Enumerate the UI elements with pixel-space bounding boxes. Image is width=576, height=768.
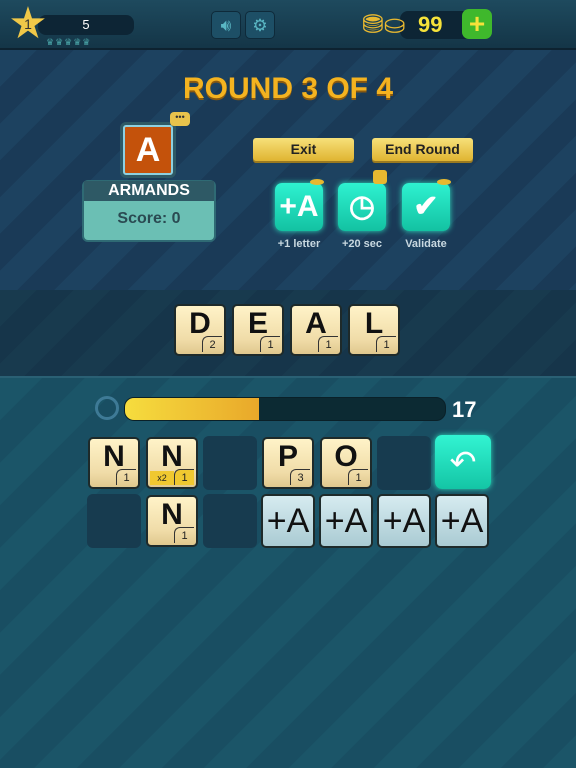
player-score: Score: 0 [117,210,181,227]
undo-button[interactable]: ↶ [435,435,491,489]
word-tile[interactable]: L1 [348,304,400,356]
add-letter-button[interactable]: +A [275,183,323,231]
coin-count: 99 [418,12,443,37]
clock-icon: ◷ [348,190,376,223]
settings-button[interactable]: ⚙ [245,11,275,39]
plus-a-icon: +A [279,190,319,223]
empty-slot [377,436,431,490]
empty-slot [203,494,257,548]
tile-value: 1 [174,527,194,543]
plus-a-icon: +A [440,502,484,540]
rack-tile[interactable]: N1 [146,495,198,547]
level-number: 1 [24,16,32,32]
buy-coins-button[interactable]: + [462,9,492,39]
tile-value: 2 [202,336,222,352]
player-name: ARMANDS [84,181,214,201]
tile-value: 1 [318,336,338,352]
sound-button[interactable]: 🔊︎ [211,11,241,39]
empty-slot [87,494,141,548]
gear-icon: ⚙ [252,16,268,35]
validate-label: Validate [405,238,447,250]
word-tile[interactable]: A1 [290,304,342,356]
add-letter-slot[interactable]: +A [261,494,315,548]
coin-icon [310,179,324,185]
round-title: ROUND 3 OF 4 [182,72,394,105]
empty-slot [203,436,257,490]
word-tile[interactable]: E1 [232,304,284,356]
speaker-icon: 🔊︎ [220,16,232,35]
word-tile[interactable]: D2 [174,304,226,356]
add-time-label: +20 sec [341,238,383,250]
check-icon: ✔ [413,190,439,223]
tile-value: 1 [260,336,280,352]
avatar-letter: A [123,125,173,175]
stopwatch-icon [95,396,119,420]
tile-value: 1 [348,469,368,485]
crown-icons: ♛♛♛♛♛ [46,37,92,47]
xp-bar: 5 [38,15,134,35]
tile-value: 3 [290,469,310,485]
timer-bar [124,397,446,421]
coins-icon: ⛃⛀ [362,9,406,39]
rack-tile[interactable]: O1 [320,437,372,489]
plus-a-icon: +A [382,502,426,540]
add-letter-slot[interactable]: +A [319,494,373,548]
level-star-icon: ★ 1 [8,0,48,48]
add-letter-label: +1 letter [277,238,321,250]
rack-tile[interactable]: N1 [88,437,140,489]
add-letter-slot[interactable]: +A [435,494,489,548]
rack-tile[interactable]: Nx2 1 [146,437,198,489]
plus-a-icon: +A [324,502,368,540]
tile-value: 1 [116,469,136,485]
xp-value: 5 [82,17,90,32]
undo-arrow-icon: ↶ [449,444,477,480]
end-round-button[interactable]: End Round [372,138,473,161]
timer-fill [125,398,260,420]
tile-value: 1 [376,336,396,352]
avatar: A [120,122,176,178]
tile-value: 1 [174,469,194,485]
coin-stack-icon [373,170,387,184]
validate-button[interactable]: ✔ [402,183,450,231]
coin-icon [437,179,451,185]
word-area [0,290,576,378]
rack-tile[interactable]: P3 [262,437,314,489]
chat-bubble-icon[interactable]: ••• [170,112,190,126]
timer-seconds: 17 [452,397,477,422]
plus-a-icon: +A [266,502,310,540]
add-letter-slot[interactable]: +A [377,494,431,548]
exit-button[interactable]: Exit [253,138,354,161]
multiplier-badge: x2 [150,471,174,485]
add-time-button[interactable]: ◷ [338,183,386,231]
